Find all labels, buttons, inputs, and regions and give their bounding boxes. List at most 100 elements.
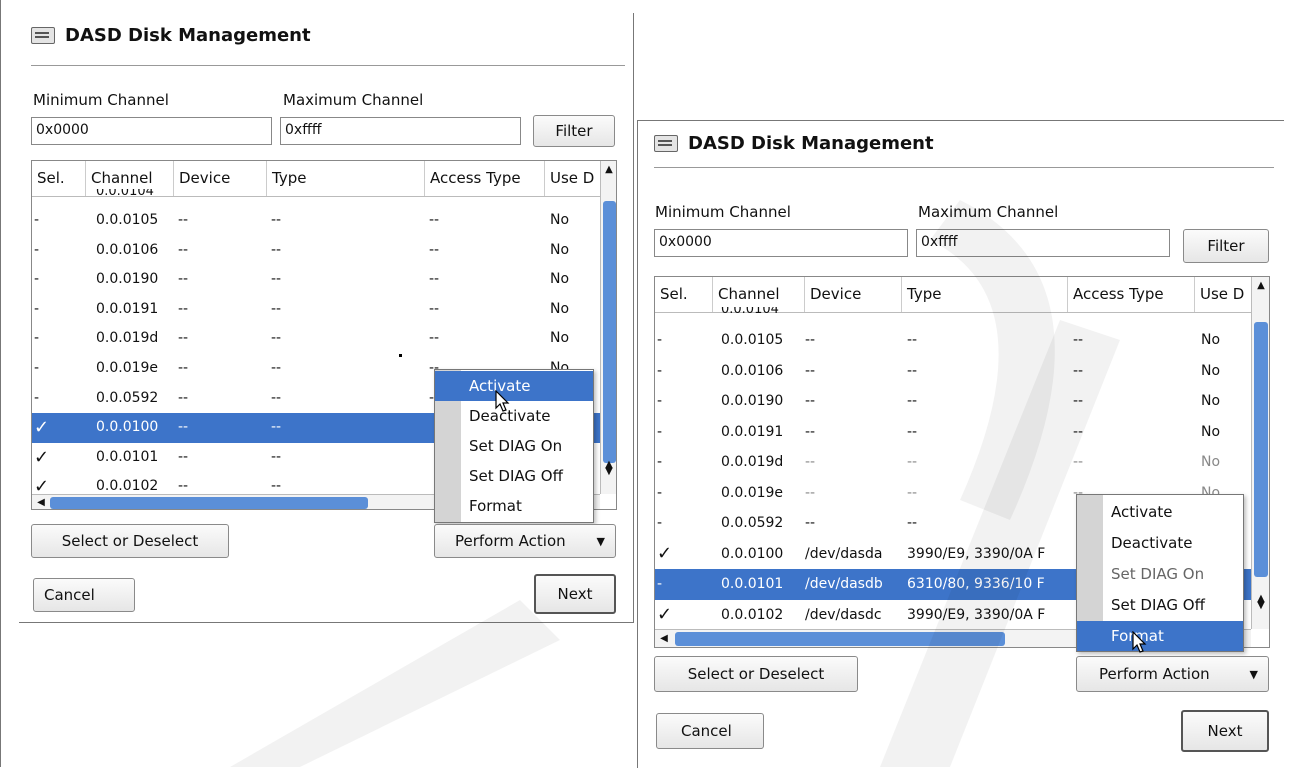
cell-type: --: [271, 212, 282, 228]
menu-item-activate[interactable]: Activate: [435, 371, 593, 401]
cell-channel: 0.0.0592: [721, 515, 784, 531]
cell-use: No: [550, 300, 570, 317]
cell-channel: 0.0.019d: [96, 330, 159, 347]
perform-action-label: Perform Action: [1099, 665, 1210, 683]
cell-access: --: [429, 212, 440, 228]
scroll-step-icon[interactable]: ▲ ▼: [602, 460, 616, 477]
menu-item-set-diag-on[interactable]: Set DIAG On: [1077, 559, 1243, 589]
min-channel-input[interactable]: 0x0000: [654, 229, 908, 257]
cell-type: 3990/E9, 3390/0A F: [907, 545, 1046, 562]
scroll-step-icon[interactable]: ▲ ▼: [1254, 594, 1268, 611]
col-device[interactable]: Device: [174, 161, 267, 196]
table-row[interactable]: - 0.0.0105 -- -- -- No: [655, 325, 1251, 356]
cell-sel: -: [657, 484, 663, 501]
menu-item-set-diag-off[interactable]: Set DIAG Off: [1077, 590, 1243, 620]
min-channel-label: Minimum Channel: [33, 91, 169, 109]
cell-device: /dev/dasdc: [805, 606, 882, 623]
dasd-dialog-right: DASD Disk Management Minimum Channel Max…: [637, 120, 1284, 768]
col-access-type[interactable]: Access Type: [1068, 277, 1195, 312]
cell-sel: ✓: [34, 417, 50, 439]
scroll-left-icon[interactable]: ◀: [34, 496, 48, 509]
cell-use: No: [1201, 362, 1221, 379]
cell-use: No: [550, 241, 570, 258]
horizontal-scroll-thumb[interactable]: [675, 632, 1005, 646]
cell-use: No: [1201, 332, 1221, 348]
filter-button[interactable]: Filter: [533, 115, 615, 147]
cell-sel: -: [657, 576, 663, 592]
menu-item-deactivate[interactable]: Deactivate: [435, 401, 593, 431]
table-row[interactable]: - 0.0.0190 -- -- -- No: [655, 386, 1251, 417]
table-row[interactable]: - 0.0.0191 -- -- -- No: [32, 295, 600, 325]
cell-use: No: [550, 330, 570, 347]
menu-item-activate[interactable]: Activate: [1077, 497, 1243, 527]
select-or-deselect-button[interactable]: Select or Deselect: [31, 524, 229, 558]
cancel-button[interactable]: Cancel: [656, 713, 764, 749]
cell-sel: ✓: [34, 446, 50, 468]
cell-channel: 0.0.0100: [721, 545, 784, 562]
menu-item-format[interactable]: Format: [435, 491, 593, 521]
cell-type: --: [907, 454, 918, 470]
cell-type: --: [271, 300, 282, 317]
cell-sel: -: [34, 360, 40, 376]
cell-type: --: [907, 515, 918, 531]
perform-action-menu: Activate Deactivate Set DIAG On Set DIAG…: [1076, 494, 1244, 652]
cell-channel: 0.0.0105: [721, 332, 784, 348]
perform-action-label: Perform Action: [455, 532, 566, 550]
col-type[interactable]: Type: [902, 277, 1068, 312]
max-channel-input[interactable]: 0xffff: [916, 229, 1170, 257]
col-type[interactable]: Type: [267, 161, 425, 196]
table-row[interactable]: - 0.0.0191 -- -- -- No: [655, 417, 1251, 448]
table-row[interactable]: - 0.0.0106 -- -- -- No: [32, 236, 600, 266]
vertical-scrollbar[interactable]: ▲ ▲ ▼: [600, 161, 616, 494]
menu-item-set-diag-off[interactable]: Set DIAG Off: [435, 461, 593, 491]
cell-device: --: [178, 300, 189, 317]
cell-type: --: [271, 241, 282, 258]
title-separator: [31, 65, 625, 66]
cancel-button[interactable]: Cancel: [33, 578, 135, 612]
dasd-dialog-left: DASD Disk Management Minimum Channel Max…: [19, 13, 634, 623]
cell-channel: 0.0.0191: [721, 423, 784, 440]
menu-item-deactivate[interactable]: Deactivate: [1077, 528, 1243, 558]
vertical-scroll-thumb[interactable]: [1254, 322, 1268, 577]
next-button[interactable]: Next: [534, 574, 616, 614]
perform-action-button[interactable]: Perform Action ▼: [434, 524, 616, 558]
select-or-deselect-button[interactable]: Select or Deselect: [654, 656, 858, 692]
horizontal-scroll-thumb[interactable]: [50, 497, 368, 509]
cell-channel: 0.0.0592: [96, 389, 159, 406]
table-row[interactable]: - 0.0.0106 -- -- -- No: [655, 356, 1251, 387]
table-row[interactable]: - 0.0.019d -- -- -- No: [655, 447, 1251, 478]
cell-channel: 0.0.019e: [721, 484, 784, 501]
scroll-up-icon[interactable]: ▲: [1254, 279, 1268, 293]
cell-channel: 0.0.0105: [96, 212, 159, 228]
cell-type: --: [271, 330, 282, 347]
col-sel[interactable]: Sel.: [655, 277, 713, 312]
scroll-left-icon[interactable]: ◀: [657, 632, 671, 646]
col-access-type[interactable]: Access Type: [425, 161, 545, 196]
cell-type: --: [907, 484, 918, 501]
col-use-diag[interactable]: Use D: [1195, 277, 1251, 312]
col-use-diag[interactable]: Use D: [545, 161, 600, 196]
cell-channel: 0.0.0106: [721, 362, 784, 379]
cell-channel: 0.0.0190: [96, 271, 159, 288]
menu-item-format[interactable]: Format: [1077, 621, 1243, 651]
cell-sel: -: [657, 423, 663, 440]
vertical-scroll-thumb[interactable]: [603, 201, 616, 463]
perform-action-menu: Activate Deactivate Set DIAG On Set DIAG…: [434, 369, 594, 523]
cell-device: --: [805, 484, 816, 501]
vertical-scrollbar[interactable]: ▲ ▲ ▼: [1251, 277, 1269, 629]
table-row[interactable]: - 0.0.0105 -- -- -- No: [32, 206, 600, 236]
scroll-up-icon[interactable]: ▲: [602, 163, 616, 177]
perform-action-button[interactable]: Perform Action ▼: [1076, 656, 1269, 692]
menu-item-set-diag-on[interactable]: Set DIAG On: [435, 431, 593, 461]
table-row[interactable]: - 0.0.019d -- -- -- No: [32, 324, 600, 354]
cell-device: --: [178, 212, 189, 228]
next-button[interactable]: Next: [1181, 710, 1269, 752]
filter-button[interactable]: Filter: [1183, 229, 1269, 263]
cell-sel: -: [34, 271, 40, 288]
col-device[interactable]: Device: [805, 277, 902, 312]
col-sel[interactable]: Sel.: [32, 161, 86, 196]
max-channel-input[interactable]: 0xffff: [280, 117, 521, 145]
cell-access: --: [429, 271, 440, 288]
table-row[interactable]: - 0.0.0190 -- -- -- No: [32, 265, 600, 295]
min-channel-input[interactable]: 0x0000: [31, 117, 272, 145]
